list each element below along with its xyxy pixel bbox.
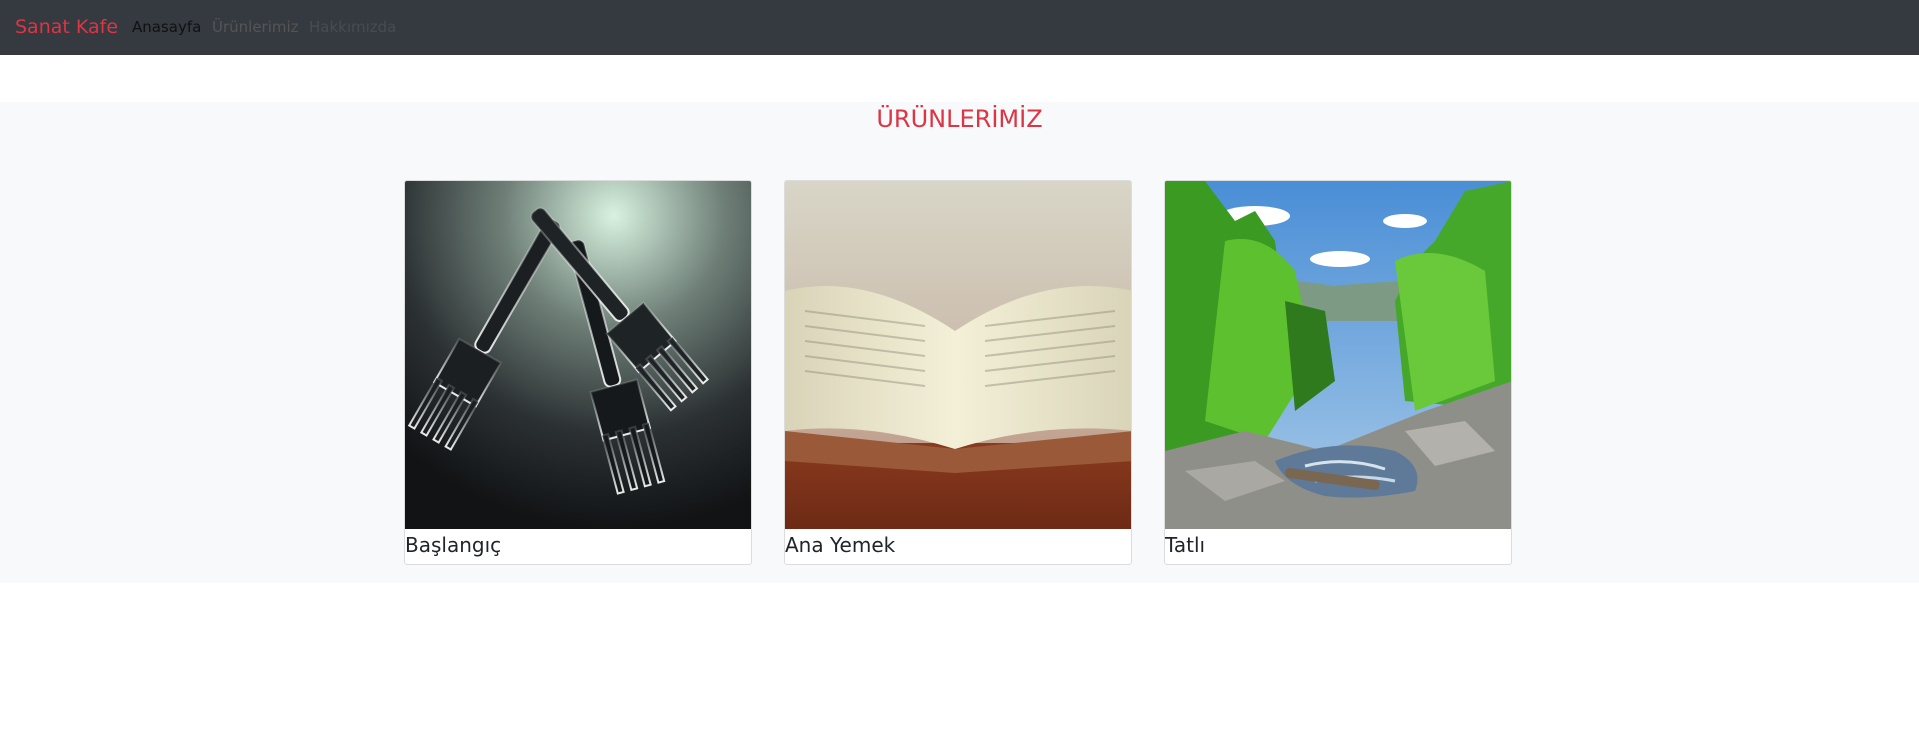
nav-link-hakkimizda[interactable]: Hakkımızda	[309, 17, 396, 37]
product-card-baslangic[interactable]: Başlangıç	[404, 180, 752, 565]
card-title[interactable]: Başlangıç	[405, 532, 501, 558]
forks-image	[405, 181, 751, 529]
top-navbar: Sanat Kafe Anasayfa Ürünlerimiz Hakkımız…	[0, 0, 1919, 55]
open-book-image	[785, 181, 1131, 529]
card-title[interactable]: Tatlı	[1165, 532, 1205, 558]
nav-link-anasayfa[interactable]: Anasayfa	[132, 17, 201, 37]
brand-link[interactable]: Sanat Kafe	[15, 14, 118, 40]
card-title[interactable]: Ana Yemek	[785, 532, 895, 558]
nav-link-urunlerimiz[interactable]: Ürünlerimiz	[212, 17, 299, 37]
section-title: ÜRÜNLERİMİZ	[876, 105, 1043, 133]
product-card-ana-yemek[interactable]: Ana Yemek	[784, 180, 1132, 565]
forest-waterfall-image	[1165, 181, 1511, 529]
product-card-tatli[interactable]: Tatlı	[1164, 180, 1512, 565]
